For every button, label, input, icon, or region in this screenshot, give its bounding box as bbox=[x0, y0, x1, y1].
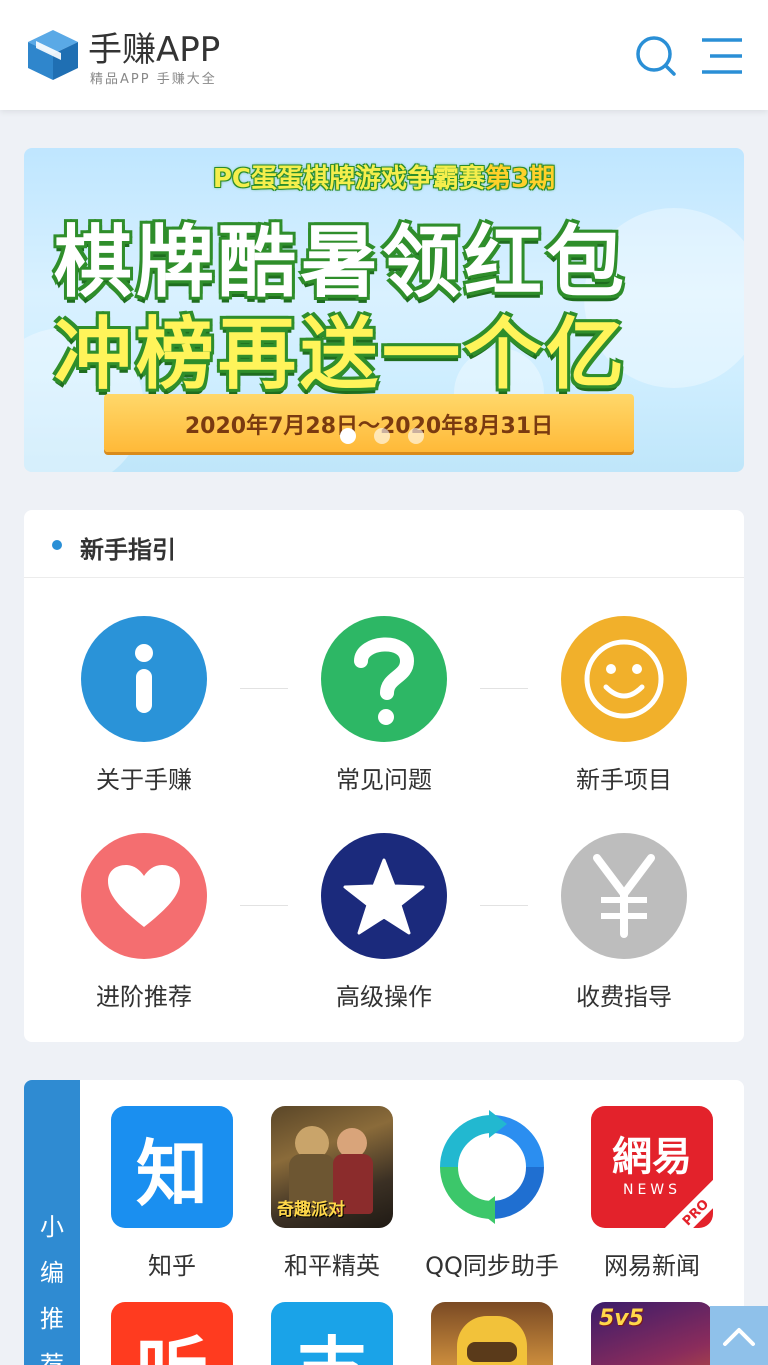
carousel-dots bbox=[340, 428, 424, 444]
ting-icon: 听 bbox=[111, 1302, 233, 1365]
app-item-qq-sync[interactable]: QQ同步助手 bbox=[412, 1106, 572, 1281]
guide-item-newbie[interactable]: 新手项目 bbox=[534, 616, 714, 795]
app-name: 知乎 bbox=[148, 1252, 196, 1280]
banner-headline-2: 冲榜再送一个亿 bbox=[54, 310, 629, 400]
brand-subtitle: 精品APP 手赚大全 bbox=[90, 72, 217, 87]
peace-elite-icon: 奇趣派对 bbox=[271, 1106, 393, 1228]
alipay-icon: 支 bbox=[271, 1302, 393, 1365]
app-item-5v5[interactable]: 5v5 bbox=[572, 1302, 732, 1365]
cube-logo-icon[interactable] bbox=[24, 26, 82, 84]
guide-item-label: 进阶推荐 bbox=[96, 983, 192, 1011]
star-icon bbox=[321, 833, 447, 959]
smile-icon bbox=[561, 616, 687, 742]
guide-header: 新手指引 bbox=[24, 510, 744, 578]
5v5-icon: 5v5 bbox=[591, 1302, 713, 1365]
guide-item-pro-ops[interactable]: 高级操作 bbox=[294, 833, 474, 1012]
divider bbox=[240, 905, 288, 906]
beginner-guide-card: 新手指引 关于手赚 常见问题 新手项目 进阶推荐 高级操作 收费指导 bbox=[24, 510, 744, 1042]
brand-title[interactable]: 手赚APP bbox=[88, 22, 220, 71]
top-header: 手赚APP 精品APP 手赚大全 bbox=[0, 0, 768, 110]
app-item-clash[interactable] bbox=[412, 1302, 572, 1365]
guide-item-label: 常见问题 bbox=[336, 766, 432, 794]
guide-item-label: 关于手赚 bbox=[96, 766, 192, 794]
guide-item-label: 高级操作 bbox=[336, 983, 432, 1011]
guide-item-faq[interactable]: 常见问题 bbox=[294, 616, 474, 795]
bullet-dot bbox=[52, 540, 62, 550]
app-name: 和平精英 bbox=[284, 1252, 380, 1280]
carousel-dot[interactable] bbox=[408, 428, 424, 444]
divider bbox=[240, 688, 288, 689]
qq-sync-icon bbox=[431, 1106, 553, 1228]
divider bbox=[480, 905, 528, 906]
banner-top-line: PC蛋蛋棋牌游戏争霸赛第3期 bbox=[212, 164, 556, 194]
info-icon bbox=[81, 616, 207, 742]
app-item-zhihu[interactable]: 知 知乎 bbox=[92, 1106, 252, 1281]
app-item-netease-news[interactable]: 網易 NEWS PRO 网易新闻 bbox=[572, 1106, 732, 1281]
guide-item-advanced[interactable]: 进阶推荐 bbox=[54, 833, 234, 1012]
divider bbox=[480, 688, 528, 689]
editor-picks-card: 小 编 推 荐 知 知乎 奇趣派对 和平精英 QQ同步助手 網易 NEWS PR… bbox=[24, 1080, 744, 1365]
app-item-alipay[interactable]: 支 bbox=[252, 1302, 412, 1365]
app-name: 网易新闻 bbox=[604, 1252, 700, 1280]
app-name: QQ同步助手 bbox=[425, 1252, 559, 1280]
zhihu-icon: 知 bbox=[111, 1106, 233, 1228]
carousel-dot[interactable] bbox=[374, 428, 390, 444]
back-to-top-button[interactable] bbox=[710, 1306, 768, 1365]
guide-item-label: 新手项目 bbox=[576, 766, 672, 794]
app-item-ting[interactable]: 听 bbox=[92, 1302, 252, 1365]
heart-icon bbox=[81, 833, 207, 959]
editor-picks-tab: 小 编 推 荐 bbox=[24, 1080, 80, 1365]
chevron-up-icon bbox=[723, 1328, 755, 1346]
menu-icon[interactable] bbox=[698, 32, 746, 80]
question-icon bbox=[321, 616, 447, 742]
clash-icon bbox=[431, 1302, 553, 1365]
guide-item-label: 收费指导 bbox=[576, 983, 672, 1011]
yen-icon bbox=[561, 833, 687, 959]
editor-picks-label: 小 编 推 荐 bbox=[40, 1213, 64, 1365]
guide-item-about[interactable]: 关于手赚 bbox=[54, 616, 234, 795]
guide-title: 新手指引 bbox=[80, 536, 176, 564]
app-item-peace-elite[interactable]: 奇趣派对 和平精英 bbox=[252, 1106, 412, 1281]
netease-news-icon: 網易 NEWS PRO bbox=[591, 1106, 713, 1228]
promo-banner[interactable]: PC蛋蛋棋牌游戏争霸赛第3期 棋牌酷暑领红包 冲榜再送一个亿 2020年7月28… bbox=[24, 148, 744, 472]
carousel-dot[interactable] bbox=[340, 428, 356, 444]
guide-item-fees[interactable]: 收费指导 bbox=[534, 833, 714, 1012]
search-icon[interactable] bbox=[632, 32, 680, 80]
